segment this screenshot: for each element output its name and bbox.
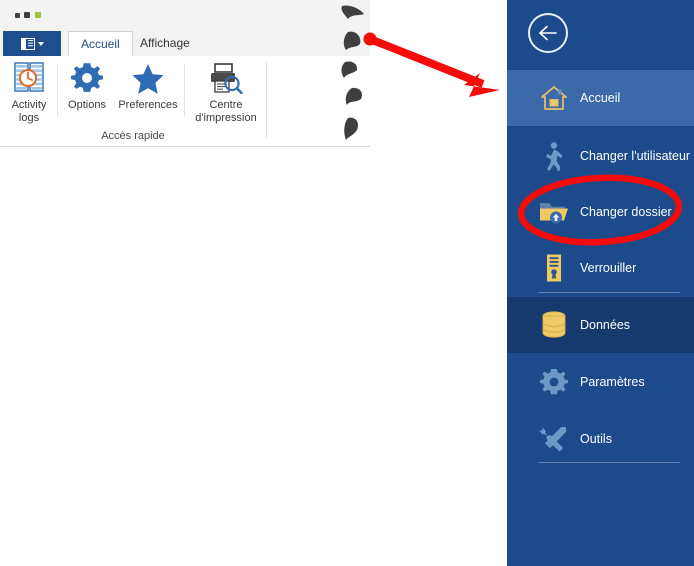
print-center-button[interactable]: Centre d'impression	[188, 60, 264, 125]
panel-layout-icon	[20, 37, 35, 50]
preferences-button[interactable]: Preferences	[116, 60, 180, 112]
sidebar-divider-bottom	[538, 462, 680, 463]
file-menu-button[interactable]	[3, 31, 61, 56]
work-area	[0, 147, 370, 566]
sidebar-item-accueil[interactable]: Accueil	[507, 70, 694, 126]
print-center-label-2: d'impression	[195, 112, 257, 124]
arrow-left-icon	[539, 25, 557, 41]
gear-icon	[537, 367, 571, 397]
sidebar-item-donnees[interactable]: Données	[507, 297, 694, 353]
walking-person-icon	[537, 141, 571, 171]
tab-accueil[interactable]: Accueil	[68, 31, 133, 57]
gear-icon	[58, 60, 116, 96]
lock-icon	[537, 253, 571, 283]
ribbon-group-acces-rapide: Activity logs Options Preferences Centre…	[0, 56, 288, 146]
print-center-icon	[188, 60, 264, 96]
sidebar-item-parametres[interactable]: Paramètres	[507, 354, 694, 410]
ribbon-body: Activity logs Options Preferences Centre…	[0, 56, 370, 147]
options-button[interactable]: Options	[58, 60, 116, 112]
sidebar-item-label-changer-dossier: Changer dossier	[580, 205, 672, 219]
home-icon	[537, 83, 571, 113]
screenshot-root: Accueil Affichage Activity logs Options …	[0, 0, 694, 566]
sidebar-item-changer-dossier[interactable]: Changer dossier	[507, 184, 694, 240]
sidebar-divider-top	[538, 292, 680, 293]
sidebar-item-verrouiller[interactable]: Verrouiller	[507, 240, 694, 296]
ribbon-tab-strip: Accueil Affichage	[0, 31, 370, 57]
preferences-label: Preferences	[118, 99, 178, 111]
sidebar-item-label-parametres: Paramètres	[580, 375, 645, 389]
ribbon-group-label: Accès rapide	[101, 130, 165, 142]
activity-logs-label-1: Activity	[11, 99, 47, 111]
application-window: Accueil Affichage Activity logs Options …	[0, 0, 507, 566]
sidebar-item-label-donnees: Données	[580, 318, 631, 332]
folder-up-icon	[537, 198, 571, 226]
star-icon	[116, 60, 180, 96]
window-dot-2	[24, 12, 30, 18]
ribbon-divider-3	[266, 62, 267, 138]
tools-icon	[537, 424, 571, 454]
window-dot-3	[35, 12, 41, 18]
sidebar-item-label-verrouiller: Verrouiller	[580, 261, 637, 275]
sidebar-item-label-changer-utilisateur: Changer l'utilisateur	[580, 149, 691, 163]
sidebar-item-changer-utilisateur[interactable]: Changer l'utilisateur	[507, 128, 694, 184]
title-bar	[0, 0, 370, 31]
options-label: Options	[68, 99, 106, 111]
sidebar-item-label-outils: Outils	[580, 432, 612, 446]
back-button[interactable]	[528, 13, 568, 53]
ribbon-divider-2	[184, 64, 185, 116]
tab-affichage[interactable]: Affichage	[128, 31, 202, 56]
activity-logs-icon	[2, 60, 56, 96]
database-icon	[537, 310, 571, 340]
print-center-label-1: Centre	[209, 99, 243, 111]
sidebar-item-label-accueil: Accueil	[580, 91, 621, 105]
activity-logs-label-2: logs	[18, 112, 40, 124]
activity-logs-button[interactable]: Activity logs	[2, 60, 56, 125]
backstage-panel: Accueil Changer l'utilisateur Changer do…	[507, 0, 694, 566]
chevron-down-icon	[37, 41, 44, 46]
sidebar-item-outils[interactable]: Outils	[507, 411, 694, 467]
window-dot-1	[15, 13, 20, 18]
